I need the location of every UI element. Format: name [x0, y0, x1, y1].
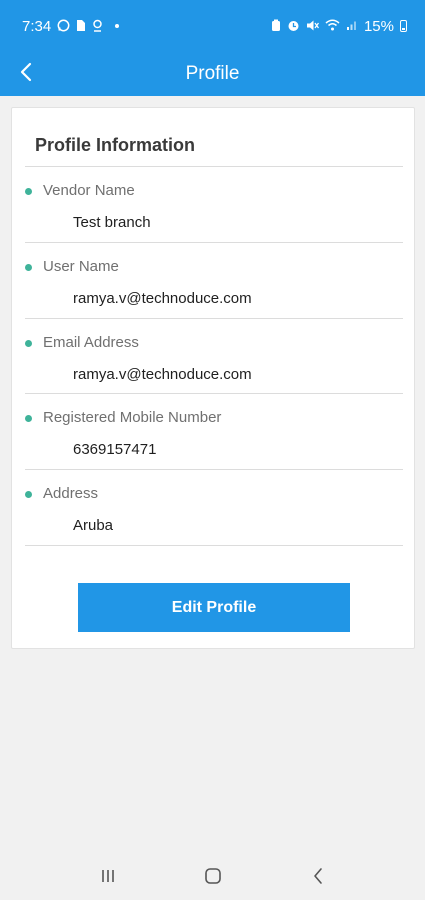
bullet-icon: [25, 415, 32, 422]
location-icon: [92, 19, 103, 34]
field-value: ramya.v@technoduce.com: [73, 366, 252, 383]
bullet-icon: [25, 188, 32, 195]
field-label: Email Address: [43, 334, 139, 351]
field-label: Vendor Name: [43, 182, 135, 199]
profile-card: Profile Information Vendor Name Test bra…: [11, 107, 415, 649]
field-mobile-number: Registered Mobile Number 6369157471: [12, 394, 416, 469]
field-value: 6369157471: [73, 441, 157, 458]
whatsapp-icon: [57, 19, 70, 34]
title-row: Profile: [0, 52, 425, 96]
field-value: Test branch: [73, 214, 151, 231]
bullet-icon: [25, 264, 32, 271]
field-user-name: User Name ramya.v@technoduce.com: [12, 243, 416, 318]
home-icon: [204, 868, 221, 884]
mute-icon: [306, 19, 320, 34]
section-title: Profile Information: [35, 135, 196, 155]
field-address: Address Aruba: [12, 470, 416, 545]
more-notifications-dot: [115, 24, 120, 28]
system-back-button[interactable]: [298, 856, 338, 896]
bullet-icon: [25, 340, 32, 347]
field-value: Aruba: [73, 517, 114, 534]
back-icon: [313, 868, 322, 884]
battery-saver-icon: [271, 19, 281, 34]
field-label: Address: [43, 485, 99, 502]
signal-icon: [346, 19, 358, 33]
alarm-icon: [287, 19, 300, 34]
back-button[interactable]: [10, 56, 42, 88]
recent-apps-icon: [101, 870, 114, 882]
battery-icon: [400, 20, 407, 32]
field-value: ramya.v@technoduce.com: [73, 290, 252, 307]
edit-profile-button[interactable]: Edit Profile: [78, 583, 350, 632]
divider: [25, 545, 403, 546]
page-title: Profile: [185, 63, 240, 84]
sim-icon: [76, 19, 86, 34]
battery-percentage: 15%: [363, 17, 394, 35]
recent-apps-button[interactable]: [88, 856, 128, 896]
field-email-address: Email Address ramya.v@technoduce.com: [12, 319, 416, 394]
field-label: Registered Mobile Number: [43, 409, 222, 426]
field-label: User Name: [43, 258, 119, 275]
wifi-icon: [325, 19, 340, 33]
field-vendor-name: Vendor Name Test branch: [12, 167, 416, 242]
navigation-bar: [0, 852, 425, 900]
status-bar: 7:34 15%: [0, 0, 425, 52]
home-button[interactable]: [193, 856, 233, 896]
chevron-left-icon: [20, 62, 32, 82]
status-time: 7:34: [22, 17, 52, 35]
app-header: 7:34 15% Profile: [0, 0, 425, 96]
bullet-icon: [25, 491, 32, 498]
